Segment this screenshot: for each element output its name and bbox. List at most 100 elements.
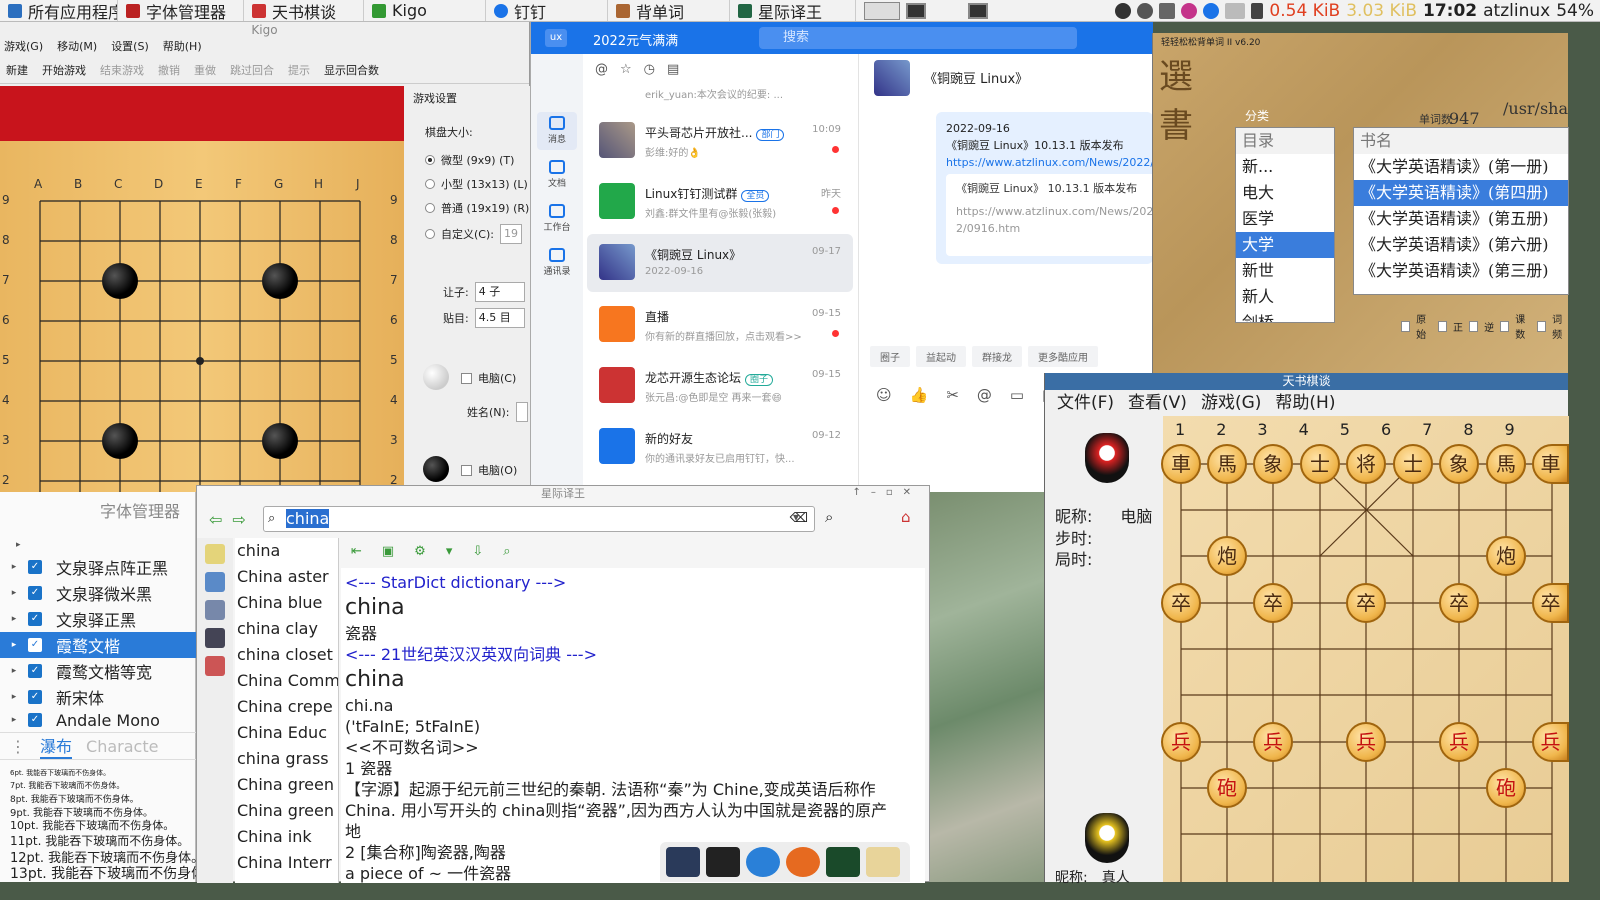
expand-icon[interactable]: ▸ [0,614,28,624]
kigo-menu-help[interactable]: 帮助(H) [163,38,202,56]
black-cannon[interactable]: 炮 [1207,536,1247,576]
terminal-icon[interactable] [706,847,740,877]
font-row[interactable]: ▸ ✓ Andale Mono [0,710,196,730]
book-icon[interactable] [205,628,225,648]
chat-item[interactable]: erik_yuan:本次会议的纪要: ... [587,82,853,104]
xq-menu-help[interactable]: 帮助(H) [1275,390,1335,416]
chat-item[interactable]: 新的好友 你的通讯录好友已启用钉钉，快... 09-12 [587,418,853,476]
dir-item[interactable]: 新世 [1236,258,1334,284]
check-icon[interactable]: ✓ [28,664,42,678]
chat-item[interactable]: 直播 你有新的群直播回放，点击观看>> 09-15 [587,296,853,354]
taskbar-item-stardict[interactable]: 星际译王 [730,0,856,21]
kigo-menu-game[interactable]: 游戏(G) [4,38,43,56]
window-controls[interactable]: ↑–▫✕ [852,487,921,498]
checkbox-icon[interactable] [1437,320,1448,332]
xq-menu-file[interactable]: 文件(F) [1057,390,1114,416]
size-normal-radio[interactable]: 普通 (19x19) (R) [425,200,529,216]
taskbar-item-words[interactable]: 背单词 [608,0,730,21]
handicap-spin[interactable]: 4 子 [474,282,525,302]
side-messages[interactable]: 消息 [537,112,577,150]
word-list-item[interactable]: China crepe [235,694,338,720]
kigo-new-button[interactable]: 新建 [6,62,28,78]
chat-filter-icons[interactable]: @☆◷▤ [595,62,691,77]
checkbox-icon[interactable] [1500,320,1510,332]
checkbox-icon[interactable] [1537,320,1547,332]
kigo-undo-button[interactable]: 撤销 [158,62,180,78]
word-list-item[interactable]: China aster [235,564,338,590]
dir-item[interactable]: 电大 [1236,180,1334,206]
xq-menu-view[interactable]: 查看(V) [1128,390,1187,416]
expand-icon[interactable]: ▸ [0,640,28,650]
dir-item[interactable]: 新人 [1236,284,1334,310]
black-elephant[interactable]: 象 [1439,444,1479,484]
directory-list[interactable]: 目录 新... 电大 医学 大学 新世 新人 剑桥 [1235,127,1335,323]
expand-icon[interactable]: ▸ [0,692,28,702]
font-row[interactable]: ▸ ✓ 新宋体 [0,684,196,710]
side-workbench[interactable]: 工作台 [537,200,577,238]
kigo-start-button[interactable]: 开始游戏 [42,62,86,78]
kigo-menu-settings[interactable]: 设置(S) [111,38,149,56]
font-row-selected[interactable]: ▸ ✓ 霞鹜文楷 [0,632,196,658]
expand-icon[interactable]: ▸ [0,562,28,572]
black-soldier[interactable]: 卒 [1161,583,1201,623]
firefox-icon[interactable] [786,847,820,877]
word-list-item[interactable]: china grass [235,746,338,772]
font-row[interactable]: ▸ ✓ 文泉驿微米黑 [0,580,196,606]
kigo-show-moves-button[interactable]: 显示回合数 [324,62,379,78]
dir-item[interactable]: 新... [1236,154,1334,180]
word-list-item[interactable]: China Educ [235,720,338,746]
web-icon[interactable] [205,600,225,620]
red-cannon[interactable]: 砲 [1486,768,1526,808]
quick-circle[interactable]: 圈子 [870,346,910,367]
firefox-tray-icon[interactable] [1181,2,1198,19]
check-icon[interactable]: ✓ [28,713,42,727]
komi-spin[interactable]: 4.5 目 [474,308,525,328]
bluetooth-icon[interactable] [1203,2,1220,19]
red-soldier[interactable]: 兵 [1346,722,1386,762]
taskbar-item-xiangqi[interactable]: 天书棋谈 [244,0,364,21]
word-list-item[interactable]: China green [235,772,338,798]
black-computer-checkbox[interactable]: 电脑(O) [461,462,517,478]
dropdown-icon[interactable]: ▾ [793,510,799,524]
taskbar-item-kigo[interactable]: Kigo [364,0,486,21]
chat-item-selected[interactable]: 《铜豌豆 Linux》 2022-09-16 09-17 [587,234,853,292]
side-contacts[interactable]: 通讯录 [537,244,577,282]
red-soldier[interactable]: 兵 [1439,722,1479,762]
black-advisor[interactable]: 士 [1300,444,1340,484]
thunderbird-icon[interactable] [746,847,780,877]
expand-icon[interactable]: ▸ [0,666,28,676]
keyboard-icon[interactable] [1225,2,1246,19]
stardict-dock-icon[interactable] [826,847,860,877]
link-card[interactable]: 《铜豌豆 Linux》 10.13.1 版本发布 https://www.atz… [946,174,1153,256]
quick-yiqidong[interactable]: 益起动 [916,346,966,367]
black-general[interactable]: 将 [1346,444,1386,484]
tabs-menu-icon[interactable]: ⋮ [10,737,26,756]
expand-icon[interactable]: ▸ [0,715,28,725]
dingtalk-avatar[interactable]: ux [545,29,567,47]
message-bubble[interactable]: 2022-09-16 《铜豌豆 Linux》10.13.1 版本发布 https… [936,112,1153,264]
black-elephant[interactable]: 象 [1253,444,1293,484]
red-soldier[interactable]: 兵 [1253,722,1293,762]
wifi-icon[interactable] [1159,2,1176,19]
dingtalk-search[interactable]: 搜索 [759,27,1077,49]
white-computer-checkbox[interactable]: 电脑(C) [461,370,516,386]
dict-icon[interactable] [205,572,225,592]
dir-item[interactable]: 医学 [1236,206,1334,232]
word-list-item[interactable]: China blue [235,590,338,616]
word-list-item[interactable]: china closet [235,642,338,668]
plugin-icon[interactable] [205,656,225,676]
black-advisor[interactable]: 士 [1393,444,1433,484]
checkbox-icon[interactable] [1469,320,1479,332]
book-item[interactable]: 《大学英语精读》(第六册) [1354,232,1568,258]
font-row[interactable]: ▸ ✓ 文泉驿正黑 [0,606,196,632]
folder-icon[interactable] [866,847,900,877]
taskbar-apps-menu[interactable]: 所有应用程序 [0,0,118,21]
black-soldier[interactable]: 卒 [1346,583,1386,623]
expand-icon[interactable]: ▸ [0,588,28,598]
result-toolbar[interactable]: ⇤▣⚙▾⇩⌕ [351,544,531,559]
tab-characters[interactable]: Characte [86,737,158,756]
xq-menu-game[interactable]: 游戏(G) [1201,390,1261,416]
wechat-icon[interactable] [1115,2,1132,19]
size-custom-radio[interactable]: 自定义(C): 19 [425,224,522,244]
book-item[interactable]: 《大学英语精读》(第三册) [1354,258,1568,284]
